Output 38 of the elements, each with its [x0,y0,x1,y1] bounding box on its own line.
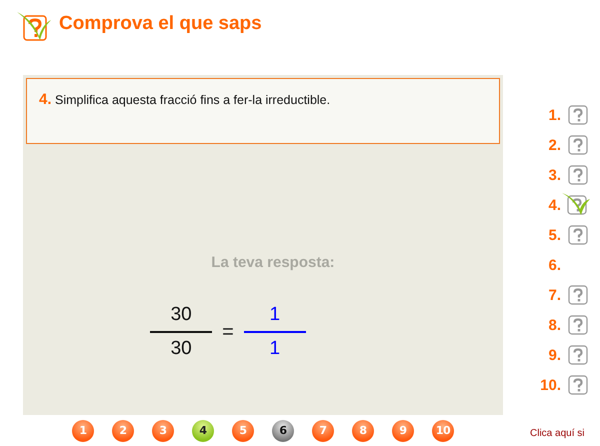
question-number[interactable]: 5. [531,226,561,244]
page-ball[interactable]: 5 [232,420,254,442]
page-ball[interactable]: 4 [192,420,214,442]
help-link[interactable]: Clica aquí si [530,428,584,439]
page-ball[interactable]: 3 [152,420,174,442]
question-mark-icon[interactable] [568,105,588,125]
question-number[interactable]: 2. [531,136,561,154]
question-mark-icon[interactable] [568,345,588,365]
page-ball[interactable]: 6 [272,420,294,442]
question-number[interactable]: 8. [531,316,561,334]
question-number[interactable]: 9. [531,346,561,364]
question-mark-icon[interactable] [568,225,588,245]
question-mark-icon[interactable] [568,135,588,155]
question-number[interactable]: 6. [531,256,561,274]
page-ball[interactable]: 2 [112,420,134,442]
answer-label: La teva resposta: [211,254,335,271]
question-number[interactable]: 7. [531,286,561,304]
page-ball[interactable]: 10 [432,420,454,442]
question-mark-icon[interactable] [568,285,588,305]
question-number[interactable]: 1. [531,106,561,124]
question-check-icon[interactable] [562,193,592,217]
numerator: 30 [170,303,192,327]
page-ball[interactable]: 8 [352,420,374,442]
page-ball[interactable]: 9 [392,420,414,442]
question-mark-icon[interactable] [568,375,588,395]
page-ball[interactable]: 7 [312,420,334,442]
question-text: 4. Simplifica aquesta fracció fins a fer-la irreductible. [39,91,332,108]
question-number[interactable]: 10. [531,376,561,394]
question-mark-icon[interactable] [568,165,588,185]
answer-denominator: 1 [270,337,280,361]
question-mark-icon[interactable] [568,315,588,335]
page-title: Comprova el que saps [59,13,262,35]
question-number[interactable]: 4. [531,196,561,214]
denominator: 30 [170,337,192,361]
answer-numerator: 1 [270,303,280,327]
question-number[interactable]: 3. [531,166,561,184]
equals-sign: = [222,320,234,344]
page-ball[interactable]: 1 [72,420,94,442]
